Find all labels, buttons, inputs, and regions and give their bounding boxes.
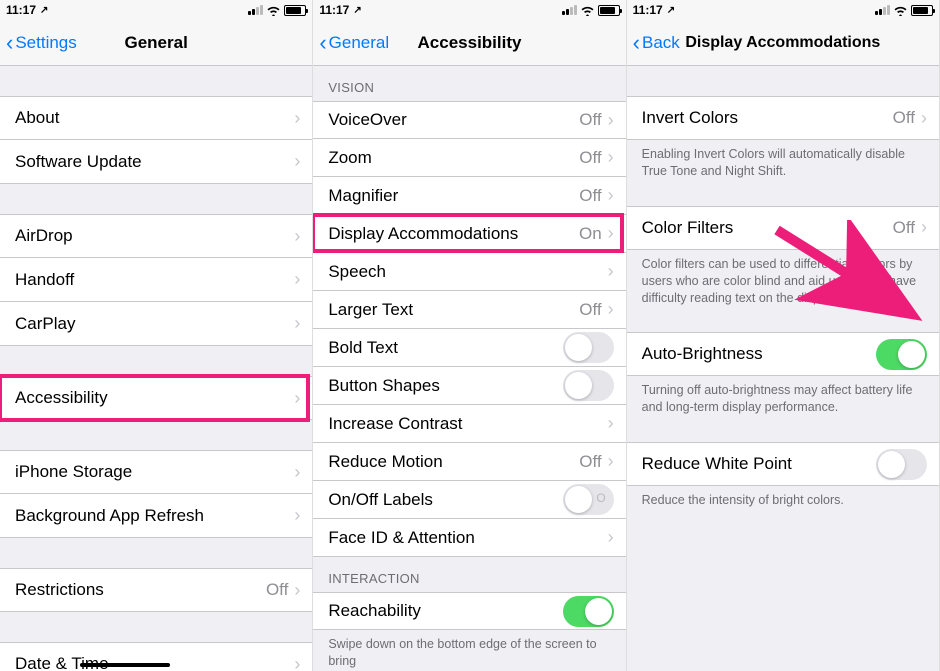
- chevron-right-icon: ›: [608, 223, 614, 244]
- chevron-left-icon: ‹: [6, 32, 13, 54]
- screen-display-accommodations: 11:17 ↗ ‹ Back Display Accommodations In…: [627, 0, 940, 671]
- cell-signal-icon: [875, 5, 890, 15]
- chevron-right-icon: ›: [608, 527, 614, 548]
- cell-carplay[interactable]: CarPlay›: [0, 302, 312, 346]
- chevron-right-icon: ›: [608, 147, 614, 168]
- cell-reachability[interactable]: Reachability: [313, 592, 625, 630]
- cell-reduce-motion[interactable]: Reduce MotionOff›: [313, 443, 625, 481]
- toggle-bold-text[interactable]: [563, 332, 614, 363]
- cell-reduce-white-point[interactable]: Reduce White Point: [627, 442, 939, 486]
- status-bar: 11:17 ↗: [0, 0, 312, 20]
- toggle-auto-brightness[interactable]: [876, 339, 927, 370]
- chevron-right-icon: ›: [294, 580, 300, 601]
- back-label: Settings: [15, 33, 76, 53]
- chevron-left-icon: ‹: [633, 32, 640, 54]
- battery-icon: [911, 5, 933, 16]
- back-button[interactable]: ‹ Settings: [6, 32, 77, 54]
- footer-auto-brightness: Turning off auto-brightness may affect b…: [627, 376, 939, 424]
- chevron-right-icon: ›: [921, 217, 927, 238]
- chevron-right-icon: ›: [921, 108, 927, 129]
- back-label: Back: [642, 33, 680, 53]
- footer-color-filters: Color filters can be used to differentia…: [627, 250, 939, 315]
- wifi-icon: [580, 5, 595, 16]
- settings-list: About› Software Update› AirDrop› Handoff…: [0, 66, 312, 671]
- chevron-right-icon: ›: [294, 313, 300, 334]
- screen-general: 11:17 ↗ ‹ Settings General About› Softwa…: [0, 0, 313, 671]
- footer-reduce-white-point: Reduce the intensity of bright colors.: [627, 486, 939, 517]
- chevron-right-icon: ›: [608, 261, 614, 282]
- status-bar: 11:17 ↗: [313, 0, 625, 20]
- cell-iphone-storage[interactable]: iPhone Storage›: [0, 450, 312, 494]
- cell-signal-icon: [562, 5, 577, 15]
- back-label: General: [329, 33, 389, 53]
- location-icon: ↗: [667, 5, 675, 16]
- cell-background-app-refresh[interactable]: Background App Refresh›: [0, 494, 312, 538]
- chevron-right-icon: ›: [294, 151, 300, 172]
- accessibility-list: VISION VoiceOverOff› ZoomOff› MagnifierO…: [313, 66, 625, 671]
- section-header-vision: VISION: [313, 66, 625, 101]
- chevron-right-icon: ›: [294, 269, 300, 290]
- cell-software-update[interactable]: Software Update›: [0, 140, 312, 184]
- status-bar: 11:17 ↗: [627, 0, 939, 20]
- section-header-interaction: INTERACTION: [313, 557, 625, 592]
- chevron-right-icon: ›: [294, 388, 300, 409]
- chevron-right-icon: ›: [294, 505, 300, 526]
- back-button[interactable]: ‹ General: [319, 32, 389, 54]
- footer-reachability: Swipe down on the bottom edge of the scr…: [313, 630, 625, 671]
- battery-icon: [284, 5, 306, 16]
- status-time: 11:17: [6, 3, 36, 17]
- cell-auto-brightness[interactable]: Auto-Brightness: [627, 332, 939, 376]
- cell-voiceover[interactable]: VoiceOverOff›: [313, 101, 625, 139]
- cell-face-id-attention[interactable]: Face ID & Attention›: [313, 519, 625, 557]
- chevron-right-icon: ›: [608, 110, 614, 131]
- chevron-left-icon: ‹: [319, 32, 326, 54]
- cell-accessibility[interactable]: Accessibility›: [0, 376, 312, 420]
- chevron-right-icon: ›: [608, 413, 614, 434]
- cell-speech[interactable]: Speech›: [313, 253, 625, 291]
- cell-about[interactable]: About›: [0, 96, 312, 140]
- cell-color-filters[interactable]: Color FiltersOff›: [627, 206, 939, 250]
- chevron-right-icon: ›: [608, 451, 614, 472]
- cell-invert-colors[interactable]: Invert ColorsOff›: [627, 96, 939, 140]
- nav-bar: ‹ General Accessibility: [313, 20, 625, 66]
- cell-airdrop[interactable]: AirDrop›: [0, 214, 312, 258]
- toggle-button-shapes[interactable]: [563, 370, 614, 401]
- cell-button-shapes[interactable]: Button Shapes: [313, 367, 625, 405]
- toggle-reachability[interactable]: [563, 596, 614, 627]
- cell-zoom[interactable]: ZoomOff›: [313, 139, 625, 177]
- chevron-right-icon: ›: [294, 462, 300, 483]
- cell-bold-text[interactable]: Bold Text: [313, 329, 625, 367]
- status-time: 11:17: [319, 3, 349, 17]
- cell-increase-contrast[interactable]: Increase Contrast›: [313, 405, 625, 443]
- chevron-right-icon: ›: [294, 108, 300, 129]
- chevron-right-icon: ›: [294, 226, 300, 247]
- chevron-right-icon: ›: [294, 654, 300, 671]
- wifi-icon: [266, 5, 281, 16]
- toggle-on-off-labels[interactable]: [563, 484, 614, 515]
- chevron-right-icon: ›: [608, 299, 614, 320]
- cell-signal-icon: [248, 5, 263, 15]
- location-icon: ↗: [353, 5, 361, 16]
- cell-larger-text[interactable]: Larger TextOff›: [313, 291, 625, 329]
- nav-bar: ‹ Back Display Accommodations: [627, 20, 939, 66]
- location-icon: ↗: [40, 5, 48, 16]
- screen-accessibility: 11:17 ↗ ‹ General Accessibility VISION V…: [313, 0, 626, 671]
- cell-restrictions[interactable]: RestrictionsOff›: [0, 568, 312, 612]
- footer-invert-colors: Enabling Invert Colors will automaticall…: [627, 140, 939, 188]
- back-button[interactable]: ‹ Back: [633, 32, 680, 54]
- cell-on-off-labels[interactable]: On/Off Labels: [313, 481, 625, 519]
- nav-bar: ‹ Settings General: [0, 20, 312, 66]
- cell-display-accommodations[interactable]: Display AccommodationsOn›: [313, 215, 625, 253]
- toggle-reduce-white-point[interactable]: [876, 449, 927, 480]
- wifi-icon: [893, 5, 908, 16]
- display-accommodations-list: Invert ColorsOff› Enabling Invert Colors…: [627, 66, 939, 517]
- chevron-right-icon: ›: [608, 185, 614, 206]
- cell-handoff[interactable]: Handoff›: [0, 258, 312, 302]
- battery-icon: [598, 5, 620, 16]
- cell-magnifier[interactable]: MagnifierOff›: [313, 177, 625, 215]
- status-time: 11:17: [633, 3, 663, 17]
